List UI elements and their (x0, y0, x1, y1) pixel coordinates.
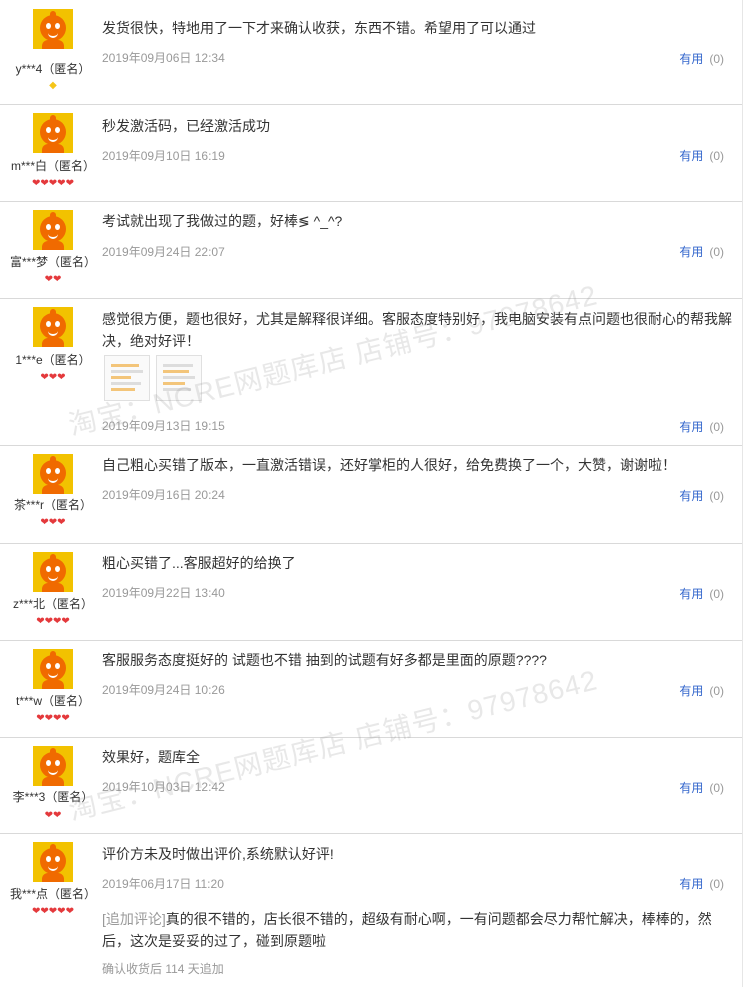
review-item: 富***梦（匿名） ❤❤ 考试就出现了我做过的题，好棒≶ ^_^? 2019年0… (0, 201, 742, 299)
review-list: y***4（匿名） ◆ 发货很快，特地用了一下才来确认收获，东西不错。希望用了可… (0, 0, 743, 987)
review-content: 感觉很方便，题也很好，尤其是解释很详细。客服态度特别好，我电脑安装有点问题也很耐… (102, 311, 732, 349)
red-heart-icon: ❤❤❤❤❤ (32, 178, 74, 189)
review-content: 考试就出现了我做过的题，好棒≶ ^_^? (102, 213, 343, 229)
red-heart-icon: ❤❤❤ (40, 517, 66, 528)
review-image-thumbnail[interactable] (104, 355, 150, 401)
review-date: 2019年09月24日 10:26 (102, 683, 225, 697)
review-date: 2019年09月22日 13:40 (102, 586, 225, 600)
review-item: y***4（匿名） ◆ 发货很快，特地用了一下才来确认收获，东西不错。希望用了可… (0, 0, 742, 105)
user-avatar[interactable] (33, 9, 73, 49)
user-name: 富***梦（匿名） (9, 255, 96, 269)
useful-button[interactable]: 有用 (0) (679, 779, 724, 796)
user-name: t***w（匿名） (15, 694, 90, 708)
append-review: [追加评论]真的很不错的，店长很不错的，超级有耐心啊，一有问题都会尽力帮忙解决，… (102, 908, 736, 952)
gold-diamond-icon: ◆ (49, 80, 57, 91)
user-name: 我***点（匿名） (9, 887, 96, 901)
user-avatar[interactable] (33, 649, 73, 689)
user-avatar[interactable] (33, 454, 73, 494)
review-date: 2019年09月16日 20:24 (102, 488, 225, 502)
review-content: 效果好，题库全 (102, 749, 200, 765)
review-content: 发货很快，特地用了一下才来确认收获，东西不错。希望用了可以通过 (102, 20, 536, 36)
useful-button[interactable]: 有用 (0) (679, 50, 724, 67)
red-heart-icon: ❤❤❤❤ (36, 713, 70, 724)
append-timing: 确认收货后 114 天追加 (102, 962, 224, 976)
review-content: 自己粗心买错了版本，一直激活错误，还好掌柜的人很好，给免费换了一个，大赞，谢谢啦… (102, 457, 676, 473)
review-date: 2019年09月13日 19:15 (102, 419, 225, 433)
review-item: 李***3（匿名） ❤❤ 效果好，题库全 2019年10月03日 12:42 有… (0, 737, 742, 834)
useful-button[interactable]: 有用 (0) (679, 487, 724, 504)
useful-button[interactable]: 有用 (0) (679, 243, 724, 260)
useful-button[interactable]: 有用 (0) (679, 682, 724, 699)
review-content: 秒发激活码，已经激活成功 (102, 118, 270, 134)
review-item: z***北（匿名） ❤❤❤❤ 粗心买错了...客服超好的给换了 2019年09月… (0, 543, 742, 641)
user-avatar[interactable] (33, 746, 73, 786)
user-name: 1***e（匿名） (15, 353, 91, 367)
review-date: 2019年09月24日 22:07 (102, 245, 225, 259)
user-avatar[interactable] (33, 113, 73, 153)
useful-button[interactable]: 有用 (0) (679, 147, 724, 164)
useful-button[interactable]: 有用 (0) (679, 418, 724, 435)
red-heart-icon: ❤❤ (44, 810, 62, 821)
append-review-tag: [追加评论] (102, 911, 166, 927)
review-date: 2019年06月17日 11:20 (102, 877, 224, 891)
review-item: 我***点（匿名） ❤❤❤❤❤ 评价方未及时做出评价,系统默认好评! 2019年… (0, 833, 742, 986)
red-heart-icon: ❤❤❤ (40, 372, 66, 383)
review-date: 2019年09月06日 12:34 (102, 51, 225, 65)
append-review-text: 真的很不错的，店长很不错的，超级有耐心啊，一有问题都会尽力帮忙解决，棒棒的，然后… (102, 911, 712, 949)
user-name: 茶***r（匿名） (13, 498, 92, 512)
user-avatar[interactable] (33, 842, 73, 882)
review-item: 茶***r（匿名） ❤❤❤ 自己粗心买错了版本，一直激活错误，还好掌柜的人很好，… (0, 445, 742, 544)
review-image-thumbnail[interactable] (156, 355, 202, 401)
user-name: z***北（匿名） (12, 597, 93, 611)
user-avatar[interactable] (33, 210, 73, 250)
red-heart-icon: ❤❤ (44, 274, 62, 285)
review-content: 评价方未及时做出评价,系统默认好评! (102, 846, 334, 862)
review-content: 客服服务态度挺好的 试题也不错 抽到的试题有好多都是里面的原题???? (102, 652, 547, 668)
useful-button[interactable]: 有用 (0) (679, 875, 724, 892)
user-avatar[interactable] (33, 552, 73, 592)
review-date: 2019年10月03日 12:42 (102, 780, 225, 794)
user-name: 李***3（匿名） (12, 790, 94, 804)
user-name: m***白（匿名） (10, 159, 95, 173)
review-content: 粗心买错了...客服超好的给换了 (102, 555, 296, 571)
user-avatar[interactable] (33, 307, 73, 347)
review-date: 2019年09月10日 16:19 (102, 149, 225, 163)
review-item: m***白（匿名） ❤❤❤❤❤ 秒发激活码，已经激活成功 2019年09月10日… (0, 104, 742, 202)
useful-button[interactable]: 有用 (0) (679, 585, 724, 602)
red-heart-icon: ❤❤❤❤❤ (32, 906, 74, 917)
user-name: y***4（匿名） (15, 62, 91, 76)
red-heart-icon: ❤❤❤❤ (36, 616, 70, 627)
review-item: t***w（匿名） ❤❤❤❤ 客服服务态度挺好的 试题也不错 抽到的试题有好多都… (0, 640, 742, 738)
